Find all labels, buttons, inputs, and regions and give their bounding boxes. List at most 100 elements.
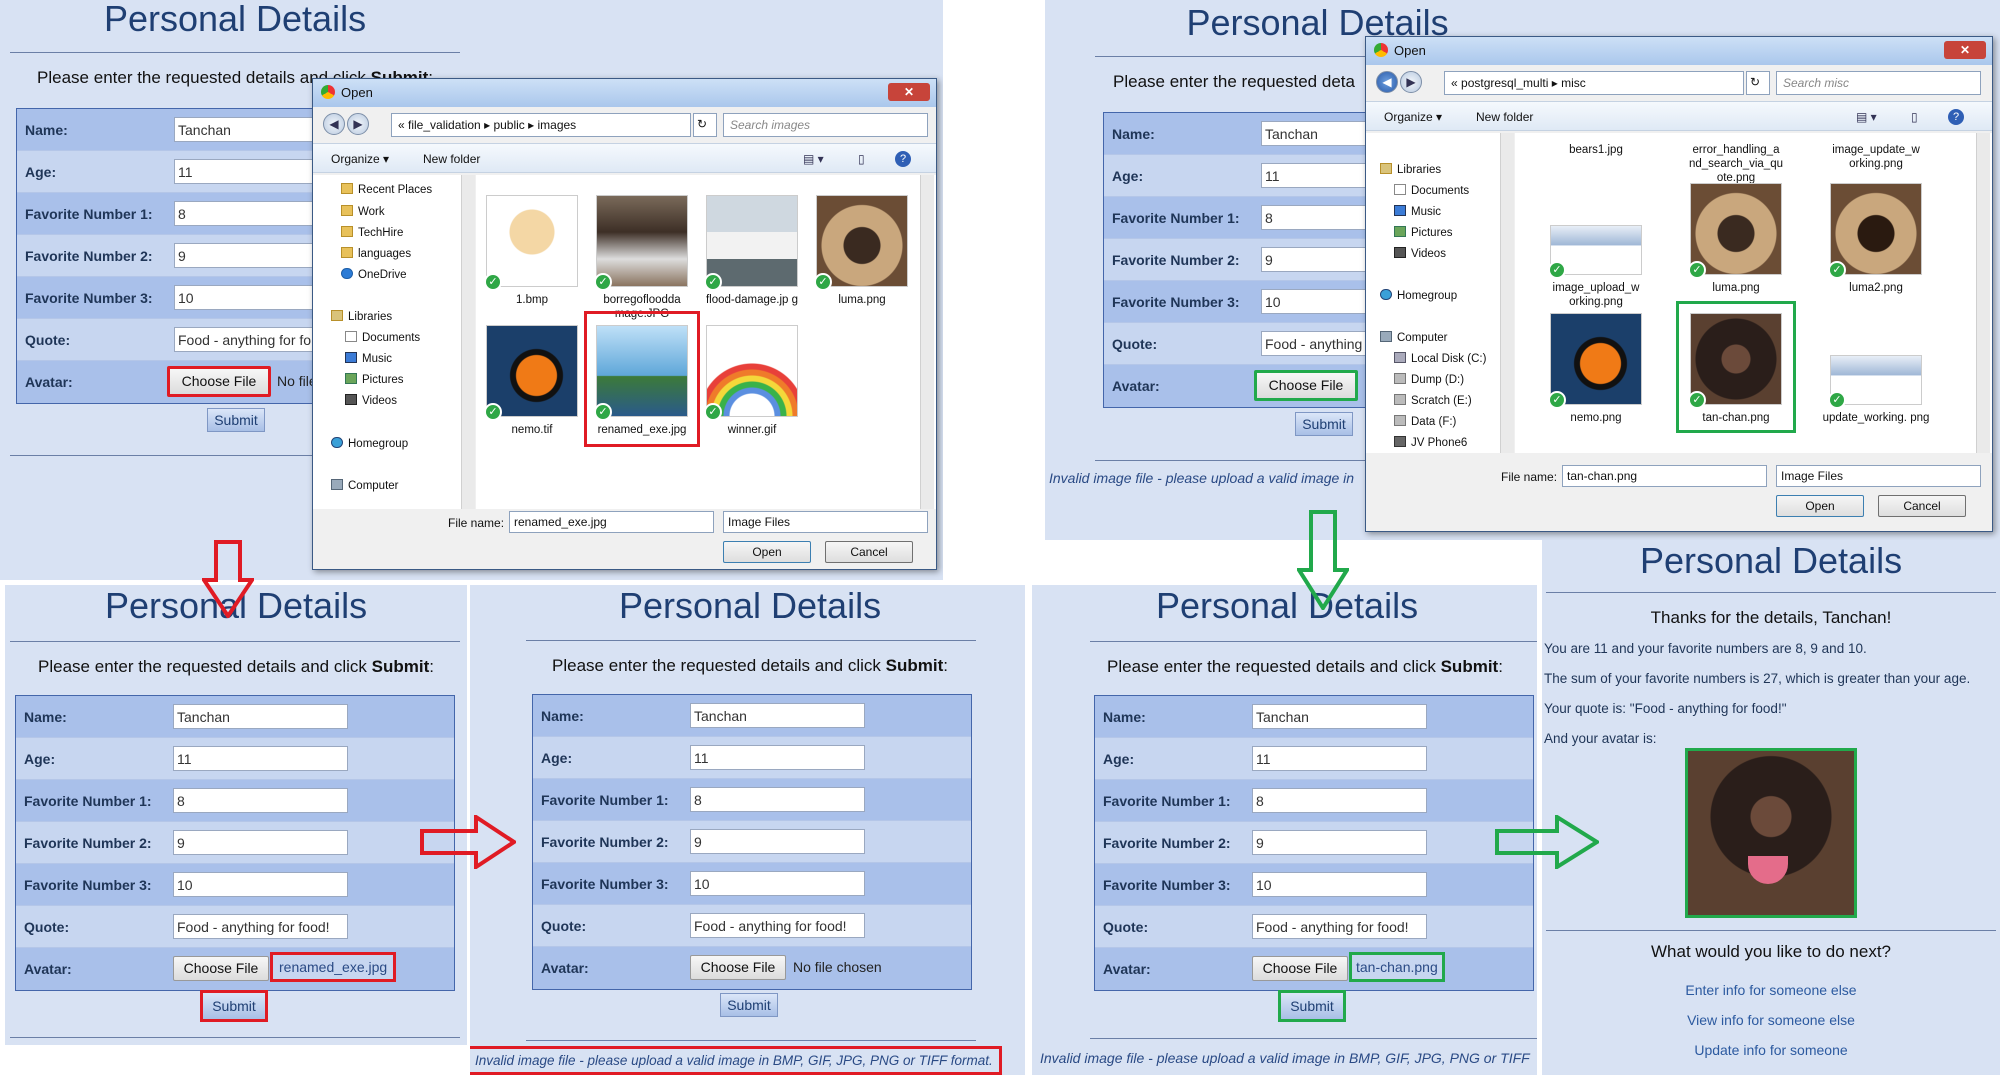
name-input[interactable]: Tanchan xyxy=(690,703,865,728)
help-icon[interactable]: ? xyxy=(1948,109,1964,125)
age-label: Age: xyxy=(25,164,57,180)
enter-info-link[interactable]: Enter info for someone else xyxy=(1542,982,2000,998)
choose-file-button[interactable]: Choose File xyxy=(1252,956,1348,981)
open-button[interactable]: Open xyxy=(723,541,811,563)
nav-pane: Recent Places Work TechHire languages On… xyxy=(313,175,475,509)
view-icon[interactable]: ▤ ▾ xyxy=(803,152,824,166)
fav2-input[interactable]: 9 xyxy=(690,829,865,854)
pane-icon[interactable]: ▯ xyxy=(1911,110,1918,124)
fav1-label: Favorite Number 1: xyxy=(1112,210,1240,226)
quote-input[interactable]: Food - anything for food! xyxy=(1252,914,1427,939)
error-message: Invalid image file - please upload a val… xyxy=(1040,1050,1530,1066)
update-info-link[interactable]: Update info for someone xyxy=(1542,1042,2000,1058)
new-folder-button[interactable]: New folder xyxy=(423,152,480,166)
submit-button[interactable]: Submit xyxy=(1278,990,1346,1022)
filename-input[interactable]: tan-chan.png xyxy=(1562,465,1767,487)
submit-button[interactable]: Submit xyxy=(207,408,265,432)
instructions: Please enter the requested details and c… xyxy=(38,657,434,676)
choose-file-button[interactable]: Choose File xyxy=(167,366,271,397)
view-icon[interactable]: ▤ ▾ xyxy=(1856,110,1877,124)
address-bar[interactable]: « file_validation ▸ public ▸ images xyxy=(391,113,691,137)
address-bar[interactable]: « postgresql_multi ▸ misc xyxy=(1444,71,1744,95)
age-input[interactable]: 11 xyxy=(173,746,348,771)
name-label: Name: xyxy=(1112,126,1155,142)
quote-input[interactable]: Food - anything for food! xyxy=(690,913,865,938)
result-line: The sum of your favorite numbers is 27, … xyxy=(1544,671,1971,686)
cancel-button[interactable]: Cancel xyxy=(825,541,913,563)
details-form: Name: Tanchan Age: 11 Favorite Number 1: 8 … xyxy=(1094,695,1534,991)
filename-label: File name: xyxy=(1501,470,1558,484)
panel-bad-file-error: Personal Details Please enter the reques… xyxy=(470,585,1025,1075)
refresh-icon[interactable]: ↻ xyxy=(693,113,717,137)
filetype-select[interactable]: Image Files xyxy=(1776,465,1981,487)
fav3-input[interactable]: 10 xyxy=(690,871,865,896)
submit-button[interactable]: Submit xyxy=(200,990,268,1022)
next-heading: What would you like to do next? xyxy=(1650,942,1892,961)
workflow-composite: Personal Details Please enter the reques… xyxy=(0,0,2000,1086)
back-icon[interactable]: ◀ xyxy=(323,113,345,135)
nav-scrollbar[interactable] xyxy=(1500,133,1514,453)
name-input[interactable]: Tanchan xyxy=(1252,704,1427,729)
open-file-dialog: Open ✕ ◀ ▶ « postgresql_multi ▸ misc ↻ Se… xyxy=(1365,36,1993,532)
choose-file-button[interactable]: Choose File xyxy=(1254,370,1358,401)
avatar-label: Avatar: xyxy=(1112,378,1160,394)
result-line: You are 11 and your favorite numbers are… xyxy=(1544,641,1867,656)
close-button[interactable]: ✕ xyxy=(888,83,930,101)
filetype-select[interactable]: Image Files xyxy=(723,511,928,533)
age-input[interactable]: 11 xyxy=(1252,746,1427,771)
fav3-input[interactable]: 10 xyxy=(173,872,348,897)
quote-label: Quote: xyxy=(24,919,70,935)
new-folder-button[interactable]: New folder xyxy=(1476,110,1533,124)
nav-scrollbar[interactable] xyxy=(461,175,475,509)
down-arrow-red xyxy=(202,540,254,618)
organize-menu[interactable]: Organize ▾ xyxy=(1384,110,1442,124)
fav3-label: Favorite Number 3: xyxy=(25,290,153,306)
help-icon[interactable]: ? xyxy=(895,151,911,167)
divider xyxy=(526,1040,976,1041)
dialog-toolbar: Organize ▾ New folder ▤ ▾ ▯ ? xyxy=(313,143,936,173)
fav1-input[interactable]: 8 xyxy=(173,788,348,813)
pane-icon[interactable]: ▯ xyxy=(858,152,865,166)
avatar-image xyxy=(1685,748,1857,918)
name-label: Name: xyxy=(1103,709,1146,725)
file-scrollbar[interactable] xyxy=(1976,133,1990,453)
choose-file-button[interactable]: Choose File xyxy=(173,956,269,981)
file-scrollbar[interactable] xyxy=(920,175,934,509)
refresh-icon[interactable]: ↻ xyxy=(1746,71,1770,95)
panel-upload-bad: Personal Details Please enter the reques… xyxy=(0,0,943,580)
close-button[interactable]: ✕ xyxy=(1944,41,1986,59)
fav2-input[interactable]: 9 xyxy=(1252,830,1427,855)
choose-file-button[interactable]: Choose File xyxy=(690,955,786,980)
submit-button[interactable]: Submit xyxy=(1295,412,1353,436)
divider xyxy=(10,52,460,53)
fav1-input[interactable]: 8 xyxy=(690,787,865,812)
right-arrow-red xyxy=(420,815,516,869)
divider xyxy=(1090,1038,1537,1039)
organize-menu[interactable]: Organize ▾ xyxy=(331,152,389,166)
fav2-label: Favorite Number 2: xyxy=(541,834,669,850)
chrome-icon xyxy=(321,85,335,99)
cancel-button[interactable]: Cancel xyxy=(1878,495,1966,517)
quote-input[interactable]: Food - anything for food! xyxy=(173,914,348,939)
open-button[interactable]: Open xyxy=(1776,495,1864,517)
filename-input[interactable]: renamed_exe.jpg xyxy=(509,511,714,533)
fav1-input[interactable]: 8 xyxy=(1252,788,1427,813)
panel-bad-file-chosen: Personal Details Please enter the reques… xyxy=(5,585,467,1045)
age-input[interactable]: 11 xyxy=(690,745,865,770)
age-label: Age: xyxy=(541,750,573,766)
fav3-input[interactable]: 10 xyxy=(1252,872,1427,897)
search-input[interactable]: Search misc xyxy=(1776,71,1981,95)
name-input[interactable]: Tanchan xyxy=(173,704,348,729)
fav2-input[interactable]: 9 xyxy=(173,830,348,855)
divider xyxy=(10,1037,460,1038)
fav2-label: Favorite Number 2: xyxy=(1112,252,1240,268)
forward-icon[interactable]: ▶ xyxy=(347,113,369,135)
view-info-link[interactable]: View info for someone else xyxy=(1542,1012,2000,1028)
fav1-label: Favorite Number 1: xyxy=(24,793,152,809)
panel-success: Personal Details Thanks for the details,… xyxy=(1542,540,2000,1075)
fav3-label: Favorite Number 3: xyxy=(24,877,152,893)
search-input[interactable]: Search images xyxy=(723,113,928,137)
forward-icon[interactable]: ▶ xyxy=(1400,71,1422,93)
back-icon[interactable]: ◀ xyxy=(1376,71,1398,93)
submit-button[interactable]: Submit xyxy=(720,993,778,1017)
